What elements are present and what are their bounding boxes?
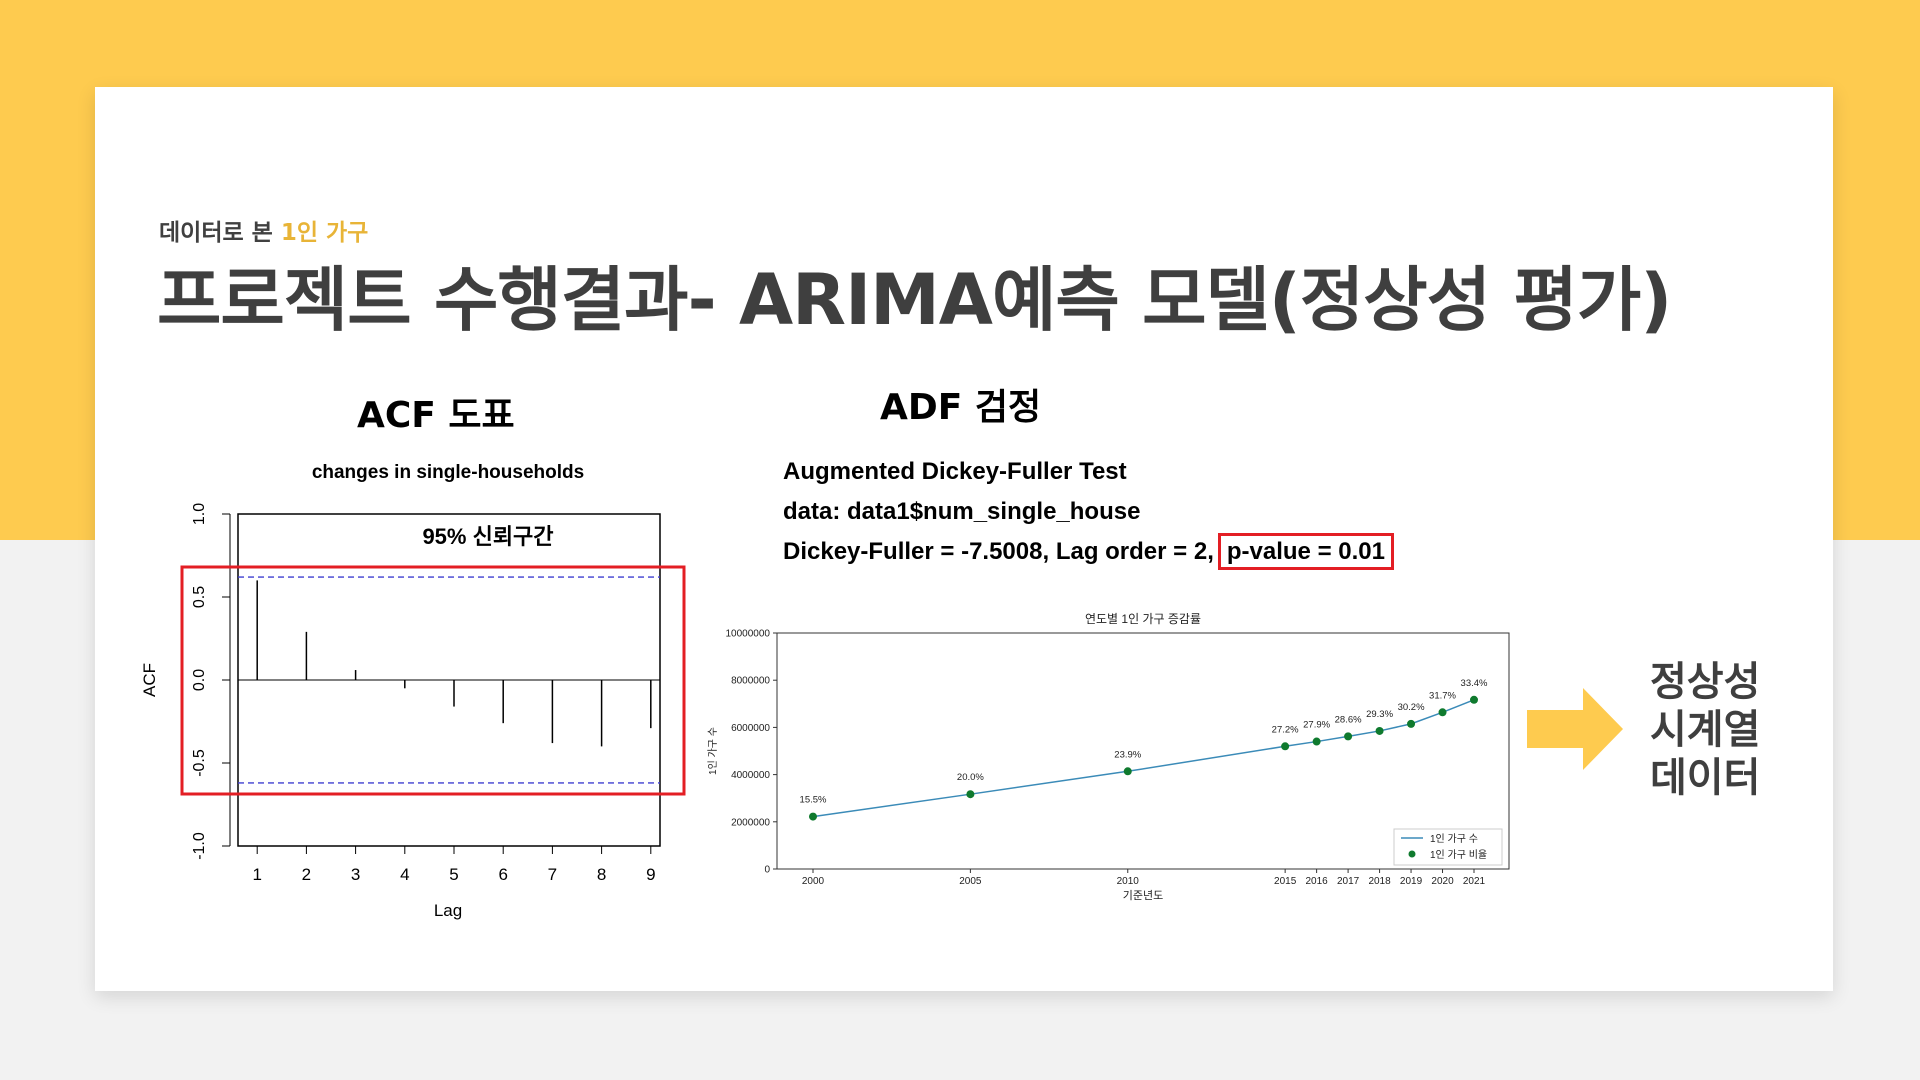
adf-line-2: data: data1$num_single_house xyxy=(783,498,1141,525)
line-data-point-2019 xyxy=(1407,719,1416,728)
line-data-label-2021: 33.4% xyxy=(1461,678,1488,689)
acf-x-tick-label: 7 xyxy=(548,865,557,884)
adf-line-1: Augmented Dickey-Fuller Test xyxy=(783,458,1127,485)
slide-subtitle: 데이터로 본 1인 가구 xyxy=(159,213,368,247)
line-data-point-2017 xyxy=(1344,732,1353,741)
line-x-tick-label: 2010 xyxy=(1117,876,1140,887)
slide-title: 프로젝트 수행결과- ARIMA예측 모델(정상성 평가) xyxy=(157,259,1672,341)
acf-chart-title: changes in single-households xyxy=(312,462,584,483)
line-y-tick-label: 0 xyxy=(764,865,770,876)
line-x-tick-label: 2018 xyxy=(1368,876,1391,887)
line-data-label-2010: 23.9% xyxy=(1114,749,1141,760)
line-data-label-2019: 30.2% xyxy=(1398,702,1425,713)
line-y-tick-label: 4000000 xyxy=(731,770,770,781)
line-data-label-2016: 27.9% xyxy=(1303,720,1330,731)
subtitle-prefix: 데이터로 본 xyxy=(159,220,281,246)
acf-x-tick-label: 2 xyxy=(302,865,311,884)
acf-ci-label: 95% 신뢰구간 xyxy=(422,524,553,549)
line-y-label: 1인 가구 수 xyxy=(707,727,719,775)
acf-y-label: ACF xyxy=(140,663,159,697)
line-y-tick-label: 2000000 xyxy=(731,817,770,828)
acf-x-tick-label: 9 xyxy=(646,865,655,884)
acf-heading: ACF 도표 xyxy=(357,395,515,436)
line-x-tick-label: 2019 xyxy=(1400,876,1423,887)
line-data-label-2018: 29.3% xyxy=(1366,709,1393,720)
line-data-label-2017: 28.6% xyxy=(1335,714,1362,725)
line-data-point-2020 xyxy=(1438,708,1447,717)
legend-label-ratio: 1인 가구 비율 xyxy=(1430,849,1487,861)
adf-line-3-prefix: Dickey-Fuller = -7.5008, Lag order = 2, xyxy=(783,538,1214,565)
acf-y-tick-label: 1.0 xyxy=(191,503,208,525)
line-data-point-2005 xyxy=(966,790,975,799)
acf-y-tick-label: -1.0 xyxy=(191,832,208,860)
acf-x-tick-label: 1 xyxy=(252,865,261,884)
acf-x-tick-label: 5 xyxy=(449,865,458,884)
acf-x-tick-label: 4 xyxy=(400,865,409,884)
adf-line-3: Dickey-Fuller = -7.5008, Lag order = 2, p… xyxy=(783,532,1394,572)
line-x-tick-label: 2021 xyxy=(1463,876,1486,887)
legend-point-swatch xyxy=(1408,850,1416,858)
acf-x-tick-label: 3 xyxy=(351,865,360,884)
acf-chart: changes in single-households 95% 신뢰구간 1 2… xyxy=(140,462,686,920)
subtitle-highlight: 1인 가구 xyxy=(280,220,369,246)
conclusion-text: 정상성 시계열 데이터 xyxy=(1650,658,1760,802)
line-data-point-2021 xyxy=(1470,695,1478,704)
line-data-point-2010 xyxy=(1123,767,1132,776)
line-x-tick-label: 2005 xyxy=(959,876,982,887)
p-value-highlight: p-value = 0.01 xyxy=(1217,533,1394,570)
adf-result-text: Augmented Dickey-Fuller Test data: data1… xyxy=(783,452,1394,572)
acf-x-label: Lag xyxy=(434,901,462,920)
acf-x-tick-label: 8 xyxy=(597,865,606,884)
line-x-tick-label: 2000 xyxy=(802,876,825,887)
line-data-point-2000 xyxy=(809,812,817,821)
line-data-point-2018 xyxy=(1375,726,1384,735)
right-arrow-icon xyxy=(1527,688,1623,770)
legend-label-count: 1인 가구 수 xyxy=(1430,833,1478,845)
line-y-tick-label: 8000000 xyxy=(731,676,770,687)
adf-heading: ADF 검정 xyxy=(880,387,1042,428)
conclusion-line-3: 데이터 xyxy=(1650,755,1761,801)
acf-x-tick-label: 6 xyxy=(498,865,507,884)
line-x-tick-label: 2015 xyxy=(1274,876,1297,887)
line-data-point-2015 xyxy=(1281,742,1290,751)
line-legend: 1인 가구 수 1인 가구 비율 xyxy=(1393,828,1503,866)
line-x-tick-label: 2016 xyxy=(1305,876,1328,887)
line-data-point-2016 xyxy=(1312,737,1321,746)
line-data-label-2005: 20.0% xyxy=(957,772,984,783)
line-x-tick-label: 2017 xyxy=(1337,876,1360,887)
line-data-label-2000: 15.5% xyxy=(800,795,827,806)
line-data-label-2020: 31.7% xyxy=(1429,690,1456,701)
line-x-label: 기준년도 xyxy=(1123,889,1163,902)
conclusion-line-1: 정상성 xyxy=(1650,659,1761,705)
line-data-label-2015: 27.2% xyxy=(1272,724,1299,735)
acf-y-tick-label: 0.5 xyxy=(191,586,208,608)
acf-y-tick-label: -0.5 xyxy=(191,749,208,777)
line-x-tick-label: 2020 xyxy=(1431,876,1454,887)
households-line-chart: 연도별 1인 가구 증감률 0 2000000 4000000 6000000 8000… xyxy=(707,612,1510,902)
line-y-tick-label: 10000000 xyxy=(726,629,771,640)
line-chart-title: 연도별 1인 가구 증감률 xyxy=(1085,612,1201,626)
conclusion-line-2: 시계열 xyxy=(1650,707,1761,753)
acf-y-tick-label: 0.0 xyxy=(191,669,208,691)
line-y-tick-label: 6000000 xyxy=(731,723,770,734)
